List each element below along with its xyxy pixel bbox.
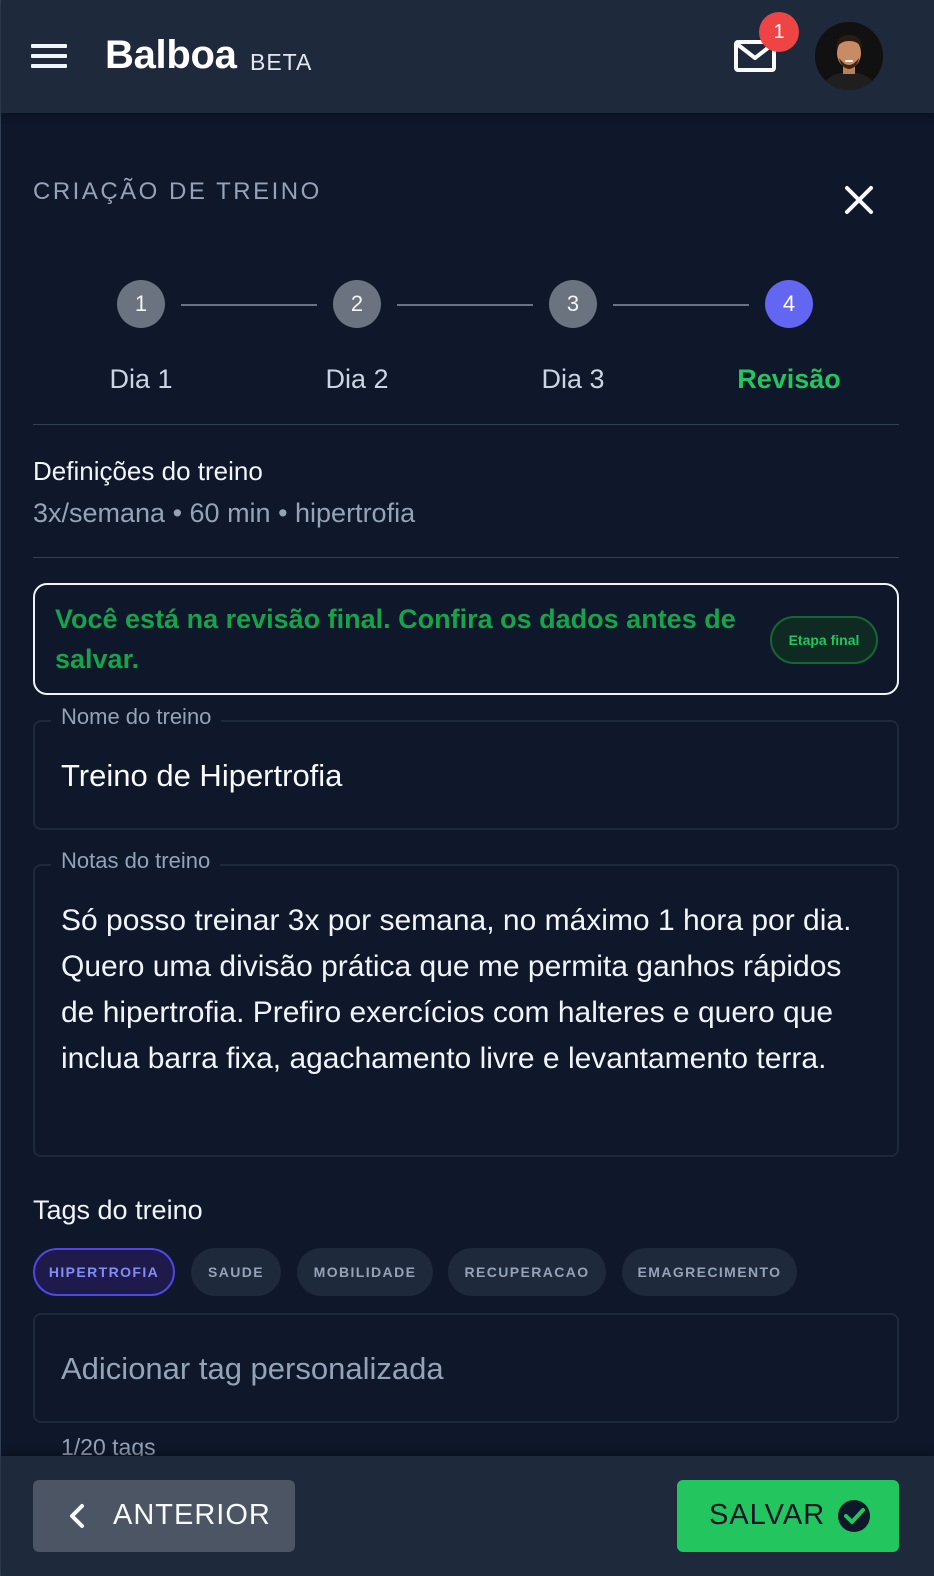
- user-avatar[interactable]: [815, 22, 883, 90]
- tag-chip-saude[interactable]: SAUDE: [191, 1248, 281, 1296]
- step-connector: [397, 304, 533, 306]
- workout-name-input[interactable]: Treino de Hipertrofia: [61, 758, 342, 794]
- custom-tag-placeholder: Adicionar tag personalizada: [61, 1351, 444, 1386]
- step-1-label[interactable]: Dia 1: [61, 364, 221, 395]
- step-4-circle[interactable]: 4: [765, 280, 813, 328]
- bottom-action-bar: ANTERIOR SALVAR: [1, 1456, 934, 1576]
- page-title: CRIAÇÃO DE TREINO: [33, 178, 322, 205]
- step-3-label[interactable]: Dia 3: [493, 364, 653, 395]
- custom-tag-input[interactable]: Adicionar tag personalizada: [33, 1313, 899, 1423]
- step-connector: [181, 304, 317, 306]
- tag-chip-emagrecimento[interactable]: EMAGRECIMENTO: [622, 1248, 797, 1296]
- workout-name-label: Nome do treino: [51, 704, 222, 730]
- workout-notes-label: Notas do treino: [51, 848, 221, 874]
- check-circle-icon: [837, 1499, 871, 1533]
- workout-notes-field[interactable]: Notas do treino Só posso treinar 3x por …: [33, 848, 899, 1157]
- workout-notes-textarea[interactable]: Só posso treinar 3x por semana, no máxim…: [61, 898, 881, 1082]
- final-step-chip: Etapa final: [770, 616, 878, 664]
- close-icon[interactable]: [839, 180, 879, 220]
- save-button-label: SALVAR: [709, 1499, 826, 1531]
- workout-name-field[interactable]: Nome do treino Treino de Hipertrofia: [33, 704, 899, 830]
- tag-chip-hipertrofia[interactable]: HIPERTROFIA: [33, 1248, 175, 1296]
- step-2-circle[interactable]: 2: [333, 280, 381, 328]
- step-connector: [613, 304, 749, 306]
- beta-label: BETA: [250, 49, 313, 75]
- brand-name: Balboa: [105, 33, 237, 77]
- app-frame: Balboa BETA 1 CRIAÇÃO DE TREINO 1 2 3 4 …: [0, 0, 934, 1576]
- tags-title: Tags do treino: [33, 1195, 203, 1225]
- step-3-circle[interactable]: 3: [549, 280, 597, 328]
- previous-button-label: ANTERIOR: [113, 1499, 271, 1531]
- previous-button[interactable]: ANTERIOR: [33, 1480, 295, 1552]
- step-4-label[interactable]: Revisão: [709, 364, 869, 395]
- save-button[interactable]: SALVAR: [677, 1480, 899, 1552]
- definitions-title: Definições do treino: [33, 456, 263, 486]
- tag-chip-mobilidade[interactable]: MOBILIDADE: [297, 1248, 433, 1296]
- notification-badge: 1: [759, 12, 799, 52]
- divider: [33, 557, 899, 558]
- top-app-bar: Balboa BETA 1: [1, 0, 934, 113]
- step-2-label[interactable]: Dia 2: [277, 364, 437, 395]
- divider: [33, 424, 899, 425]
- hamburger-menu-icon[interactable]: [29, 40, 69, 72]
- tag-chip-recuperacao[interactable]: RECUPERACAO: [448, 1248, 606, 1296]
- notice-text: Você está na revisão final. Confira os d…: [55, 604, 736, 674]
- chevron-left-icon: [67, 1503, 87, 1529]
- definitions-summary: 3x/semana • 60 min • hipertrofia: [33, 498, 416, 528]
- final-review-notice: Você está na revisão final. Confira os d…: [33, 583, 899, 695]
- step-1-circle[interactable]: 1: [117, 280, 165, 328]
